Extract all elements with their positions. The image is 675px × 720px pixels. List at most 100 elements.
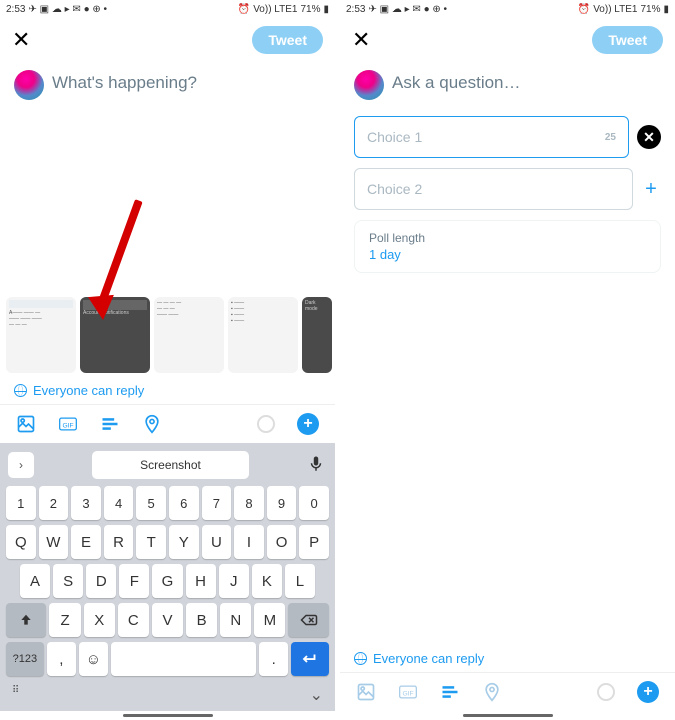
status-alarm-icon: ⏰ [578, 4, 590, 15]
key[interactable]: V [152, 603, 183, 637]
key[interactable]: E [71, 525, 101, 559]
gif-icon[interactable]: GIF [58, 414, 78, 434]
location-icon[interactable] [142, 414, 162, 434]
char-progress [597, 683, 615, 701]
add-tweet-button[interactable]: + [637, 681, 659, 703]
key[interactable]: J [219, 564, 249, 598]
gif-icon[interactable]: GIF [398, 682, 418, 702]
gallery-thumb[interactable]: ▪ ——▪ ——▪ ——▪ —— [228, 297, 298, 373]
key[interactable]: P [299, 525, 329, 559]
key[interactable]: K [252, 564, 282, 598]
key[interactable]: 1 [6, 486, 36, 520]
avatar[interactable] [14, 70, 44, 100]
kb-expand-button[interactable]: › [8, 452, 34, 478]
key[interactable]: 9 [267, 486, 297, 520]
poll-choice-1-input[interactable]: Choice 1 25 [354, 116, 629, 158]
dot-key[interactable]: . [259, 642, 288, 676]
kb-suggestion[interactable]: Screenshot [92, 451, 249, 479]
key[interactable]: R [104, 525, 134, 559]
globe-icon [14, 384, 27, 397]
key[interactable]: T [136, 525, 166, 559]
globe-icon [354, 652, 367, 665]
key[interactable]: N [220, 603, 251, 637]
comma-key[interactable]: , [47, 642, 76, 676]
enter-key[interactable] [291, 642, 329, 676]
phone-left-compose: 2:53 ✈ ▣ ☁ ▸ ✉ ● ⊕ • ⏰ Vo)) LTE1 71% ▮ ✕… [0, 0, 335, 720]
add-tweet-button[interactable]: + [297, 413, 319, 435]
tweet-button[interactable]: Tweet [252, 26, 323, 54]
gallery-thumb[interactable]: A—— —— ——— —— ——— — — [6, 297, 76, 373]
keyboard: › Screenshot 1234567890 QWERTYUIOP ASDFG… [0, 443, 335, 711]
key[interactable]: 8 [234, 486, 264, 520]
key[interactable]: Z [49, 603, 80, 637]
svg-text:GIF: GIF [62, 422, 73, 429]
backspace-key[interactable] [288, 603, 328, 637]
poll-char-count: 25 [605, 132, 616, 143]
compose-input[interactable]: What's happening? [52, 70, 197, 100]
reply-label: Everyone can reply [33, 383, 144, 398]
add-choice-button[interactable]: + [641, 179, 661, 199]
kb-menu-icon[interactable]: ⠿ [12, 685, 20, 705]
key[interactable]: 6 [169, 486, 199, 520]
tweet-button[interactable]: Tweet [592, 26, 663, 54]
close-button[interactable]: ✕ [352, 27, 370, 53]
poll-icon[interactable] [100, 414, 120, 434]
symbols-key[interactable]: ?123 [6, 642, 44, 676]
key[interactable]: 2 [39, 486, 69, 520]
key[interactable]: 5 [136, 486, 166, 520]
poll-choice-2-input[interactable]: Choice 2 [354, 168, 633, 210]
key[interactable]: B [186, 603, 217, 637]
media-icon[interactable] [356, 682, 376, 702]
key[interactable]: W [39, 525, 69, 559]
key[interactable]: 0 [299, 486, 329, 520]
key[interactable]: Q [6, 525, 36, 559]
status-time: 2:53 [346, 4, 365, 15]
key[interactable]: Y [169, 525, 199, 559]
svg-text:GIF: GIF [402, 690, 413, 697]
close-button[interactable]: ✕ [12, 27, 30, 53]
key[interactable]: H [186, 564, 216, 598]
key[interactable]: I [234, 525, 264, 559]
compose-row: Ask a question… [340, 62, 675, 108]
poll-icon[interactable] [440, 682, 460, 702]
location-icon[interactable] [482, 682, 502, 702]
poll-builder: Choice 1 25 ✕ Choice 2 + Poll length 1 d… [340, 108, 675, 281]
key[interactable]: D [86, 564, 116, 598]
key[interactable]: O [267, 525, 297, 559]
key[interactable]: 7 [202, 486, 232, 520]
phone-right-poll: 2:53 ✈ ▣ ☁ ▸ ✉ ● ⊕ • ⏰ Vo)) LTE1 71% ▮ ✕… [340, 0, 675, 720]
key[interactable]: F [119, 564, 149, 598]
key[interactable]: L [285, 564, 315, 598]
key[interactable]: 4 [104, 486, 134, 520]
media-icon[interactable] [16, 414, 36, 434]
emoji-key[interactable]: ☺ [79, 642, 108, 676]
gallery-thumb[interactable]: Account notifications [80, 297, 150, 373]
key[interactable]: C [118, 603, 149, 637]
avatar[interactable] [354, 70, 384, 100]
mic-icon[interactable] [307, 455, 327, 475]
gallery-thumb[interactable]: Dark mode [302, 297, 332, 373]
compose-toolbar: GIF + [340, 672, 675, 711]
header: ✕ Tweet [340, 18, 675, 62]
kb-collapse-icon[interactable]: ⌄ [310, 685, 323, 705]
key[interactable]: A [20, 564, 50, 598]
compose-input[interactable]: Ask a question… [392, 70, 521, 100]
compose-row: What's happening? [0, 62, 335, 108]
home-indicator [123, 714, 213, 717]
space-key[interactable] [111, 642, 256, 676]
key[interactable]: 3 [71, 486, 101, 520]
poll-length-selector[interactable]: Poll length 1 day [354, 220, 661, 273]
reply-settings[interactable]: Everyone can reply [340, 645, 675, 672]
gallery-thumb[interactable]: — — — —— — ——— —— [154, 297, 224, 373]
reply-settings[interactable]: Everyone can reply [0, 377, 335, 404]
status-icons: ✈ ▣ ☁ ▸ ✉ ● ⊕ • [368, 4, 447, 15]
key[interactable]: X [84, 603, 115, 637]
home-indicator [463, 714, 553, 717]
key[interactable]: U [202, 525, 232, 559]
key[interactable]: S [53, 564, 83, 598]
remove-poll-button[interactable]: ✕ [637, 125, 661, 149]
status-alarm-icon: ⏰ [238, 4, 250, 15]
shift-key[interactable] [6, 603, 46, 637]
key[interactable]: G [152, 564, 182, 598]
key[interactable]: M [254, 603, 285, 637]
